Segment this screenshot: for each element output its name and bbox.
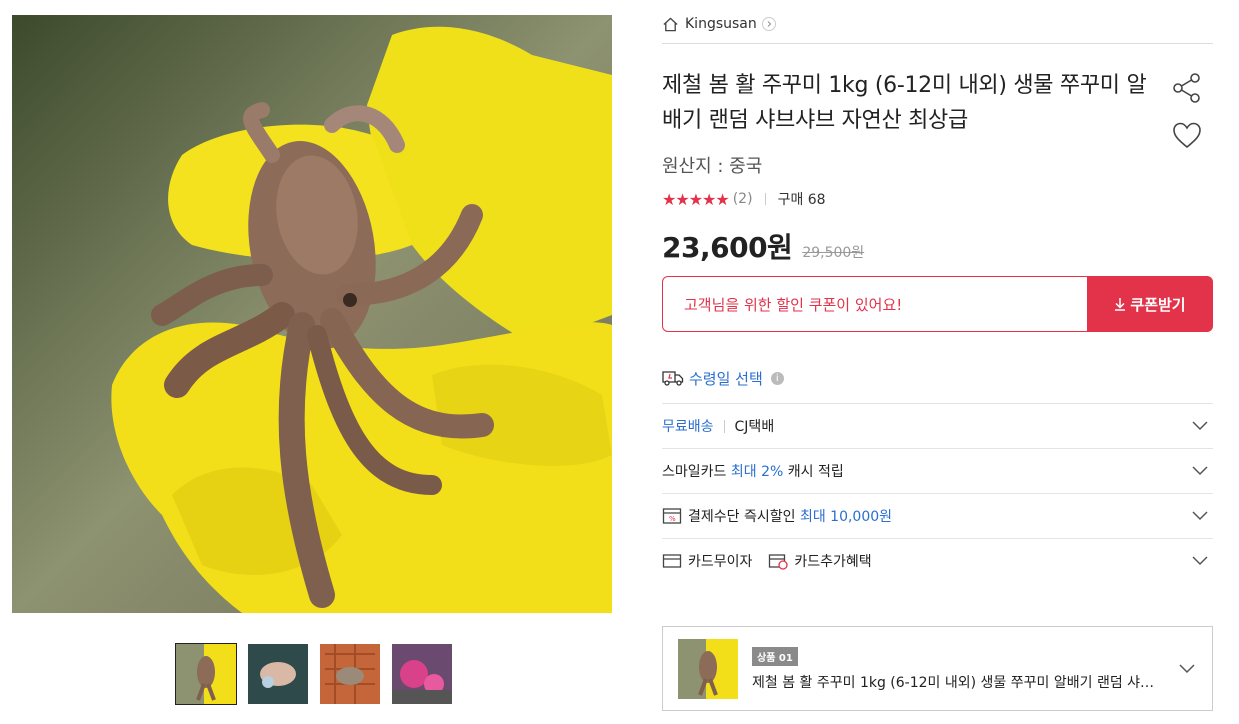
smile-card-suffix: 캐시 적립 [787, 464, 844, 480]
rating-stars[interactable]: ★★★★★ [662, 190, 730, 209]
price-row: 23,600원 29,500원 [662, 226, 864, 266]
payment-discount-prefix: 결제수단 즉시할인 [688, 509, 796, 525]
chevron-down-icon [1192, 466, 1208, 476]
chevron-right-icon [761, 17, 776, 31]
sale-price: 23,600원 [662, 231, 793, 264]
coupon-button-label: 쿠폰받기 [1130, 295, 1186, 314]
chevron-down-icon [1192, 421, 1208, 431]
card-benefit-icon [769, 554, 789, 570]
product-title: 제철 봄 활 주꾸미 1kg (6-12미 내외) 생물 쭈꾸미 알배기 랜덤 … [662, 73, 1147, 133]
option-selector[interactable]: 상품 01 제철 봄 활 주꾸미 1kg (6-12미 내외) 생물 쭈꾸미 알… [662, 626, 1213, 711]
share-icon[interactable] [1172, 72, 1202, 104]
carrier-label: CJ택배 [734, 419, 775, 435]
delivery-date-select[interactable]: 수령일 선택 i [662, 367, 784, 389]
truck-icon [662, 371, 684, 386]
separator [723, 419, 725, 433]
download-icon [1115, 298, 1126, 311]
benefit-rows: 무료배송 CJ택배 스마일카드 최대 2% 캐시 적립 % 결제수단 즉시할인 … [662, 403, 1213, 583]
option-thumbnail [678, 638, 738, 699]
home-icon [663, 16, 678, 31]
thumbnail-strip [175, 643, 453, 705]
divider [662, 43, 1213, 44]
option-name: 제철 봄 활 주꾸미 1kg (6-12미 내외) 생물 쭈꾸미 알배기 랜덤 … [752, 674, 1162, 691]
free-shipping-label: 무료배송 [662, 419, 714, 435]
svg-text:%: % [669, 515, 676, 523]
shop-link[interactable]: Kingsusan [662, 14, 776, 34]
shop-name: Kingsusan [685, 16, 757, 32]
thumbnail-3[interactable] [319, 643, 381, 705]
separator [764, 193, 766, 205]
delivery-date-label: 수령일 선택 [689, 369, 763, 388]
card-icon [662, 554, 682, 568]
payment-discount-row[interactable]: % 결제수단 즉시할인 최대 10,000원 [662, 493, 1213, 538]
option-text: 상품 01 제철 봄 활 주꾸미 1kg (6-12미 내외) 생물 쭈꾸미 알… [752, 646, 1162, 692]
origin-text: 원산지 : 중국 [662, 156, 763, 177]
original-price: 29,500원 [802, 245, 865, 261]
rating-row: ★★★★★ (2) 구매 68 [662, 189, 826, 209]
thumbnail-2[interactable] [247, 643, 309, 705]
review-count[interactable]: (2) [733, 191, 753, 207]
smile-card-row[interactable]: 스마일카드 최대 2% 캐시 적립 [662, 448, 1213, 493]
smile-card-prefix: 스마일카드 [662, 464, 727, 480]
chevron-down-icon [1192, 556, 1208, 566]
smile-card-highlight: 최대 2% [730, 464, 784, 480]
coupon-message-box: 고객님을 위한 할인 쿠폰이 있어요! [662, 276, 1088, 332]
chevron-down-icon [1192, 511, 1208, 521]
thumbnail-4[interactable] [391, 643, 453, 705]
payment-discount-highlight: 최대 10,000원 [799, 509, 893, 525]
coupon-message: 고객님을 위한 할인 쿠폰이 있어요! [684, 295, 903, 314]
shipping-row[interactable]: 무료배송 CJ택배 [662, 403, 1213, 448]
coupon-download-button[interactable]: 쿠폰받기 [1087, 276, 1213, 332]
main-product-image [12, 15, 612, 613]
option-badge: 상품 01 [752, 646, 798, 666]
card-benefits-row[interactable]: 카드무이자 카드추가혜택 [662, 538, 1213, 583]
chevron-down-icon [1179, 664, 1195, 674]
purchase-count: 구매 68 [777, 192, 826, 208]
card-installment-label[interactable]: 카드무이자 [688, 551, 752, 571]
card-benefit-label[interactable]: 카드추가혜택 [794, 551, 871, 571]
thumbnail-1[interactable] [175, 643, 237, 705]
heart-icon[interactable] [1172, 121, 1202, 151]
payment-discount-icon: % [662, 508, 682, 524]
info-icon[interactable]: i [770, 371, 784, 385]
